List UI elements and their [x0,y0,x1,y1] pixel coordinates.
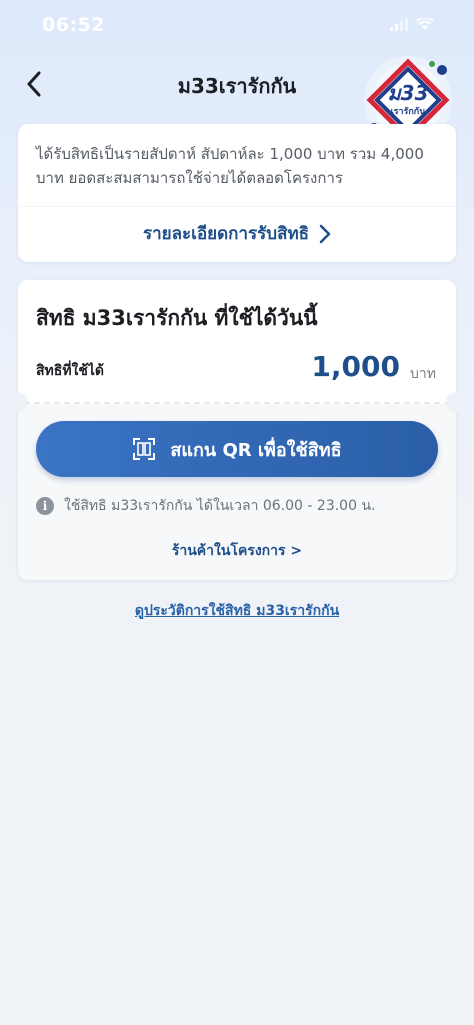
usage-history-link[interactable]: ดูประวัติการใช้สิทธิ ม33เรารักกัน [0,600,474,622]
status-bar: 06:52 [0,0,474,52]
status-time: 06:52 [42,14,105,36]
scan-qr-button[interactable]: สแกน QR เพื่อใช้สิทธิ [36,421,438,477]
ticket-notch-left [8,392,28,412]
available-amount: 1,000 [311,350,400,383]
info-divider [18,206,456,207]
currency-unit: บาท [410,366,436,382]
info-icon: i [36,497,54,515]
available-label: สิทธิที่ใช้ได้ [36,363,105,379]
logo-text-main: ม33 [387,81,428,105]
ticket-notch-right [446,392,466,412]
rights-title: สิทธิ ม33เรารักกัน ที่ใช้ได้วันนี้ [36,306,318,330]
info-description: ได้รับสิทธิเป็นรายสัปดาห์ สัปดาห์ละ 1,00… [36,145,424,187]
usage-note: i ใช้สิทธิ ม33เรารักกัน ได้ในเวลา 06.00 … [36,495,375,517]
usage-note-text: ใช้สิทธิ ม33เรารักกัน ได้ในเวลา 06.00 - … [64,498,376,514]
status-icons [390,18,434,31]
signal-icon [390,18,408,31]
logo-text-sub: เรารักกัน [391,106,427,117]
chevron-right-icon [319,224,331,243]
header: ม33เรารักกัน ม33 เรารักกัน [0,52,474,144]
wifi-icon [416,18,434,30]
dashed-divider [24,402,450,404]
rights-details-label: รายละเอียดการรับสิทธิ [142,224,310,244]
participating-shops-link[interactable]: ร้านค้าในโครงการ > [18,540,456,562]
info-card: ได้รับสิทธิเป็นรายสัปดาห์ สัปดาห์ละ 1,00… [18,124,456,262]
rights-card: สิทธิ ม33เรารักกัน ที่ใช้ได้วันนี้ สิทธิ… [8,280,466,580]
rights-details-link[interactable]: รายละเอียดการรับสิทธิ [18,220,456,247]
scan-qr-label: สแกน QR เพื่อใช้สิทธิ [170,439,342,461]
qr-scan-icon [133,438,156,460]
